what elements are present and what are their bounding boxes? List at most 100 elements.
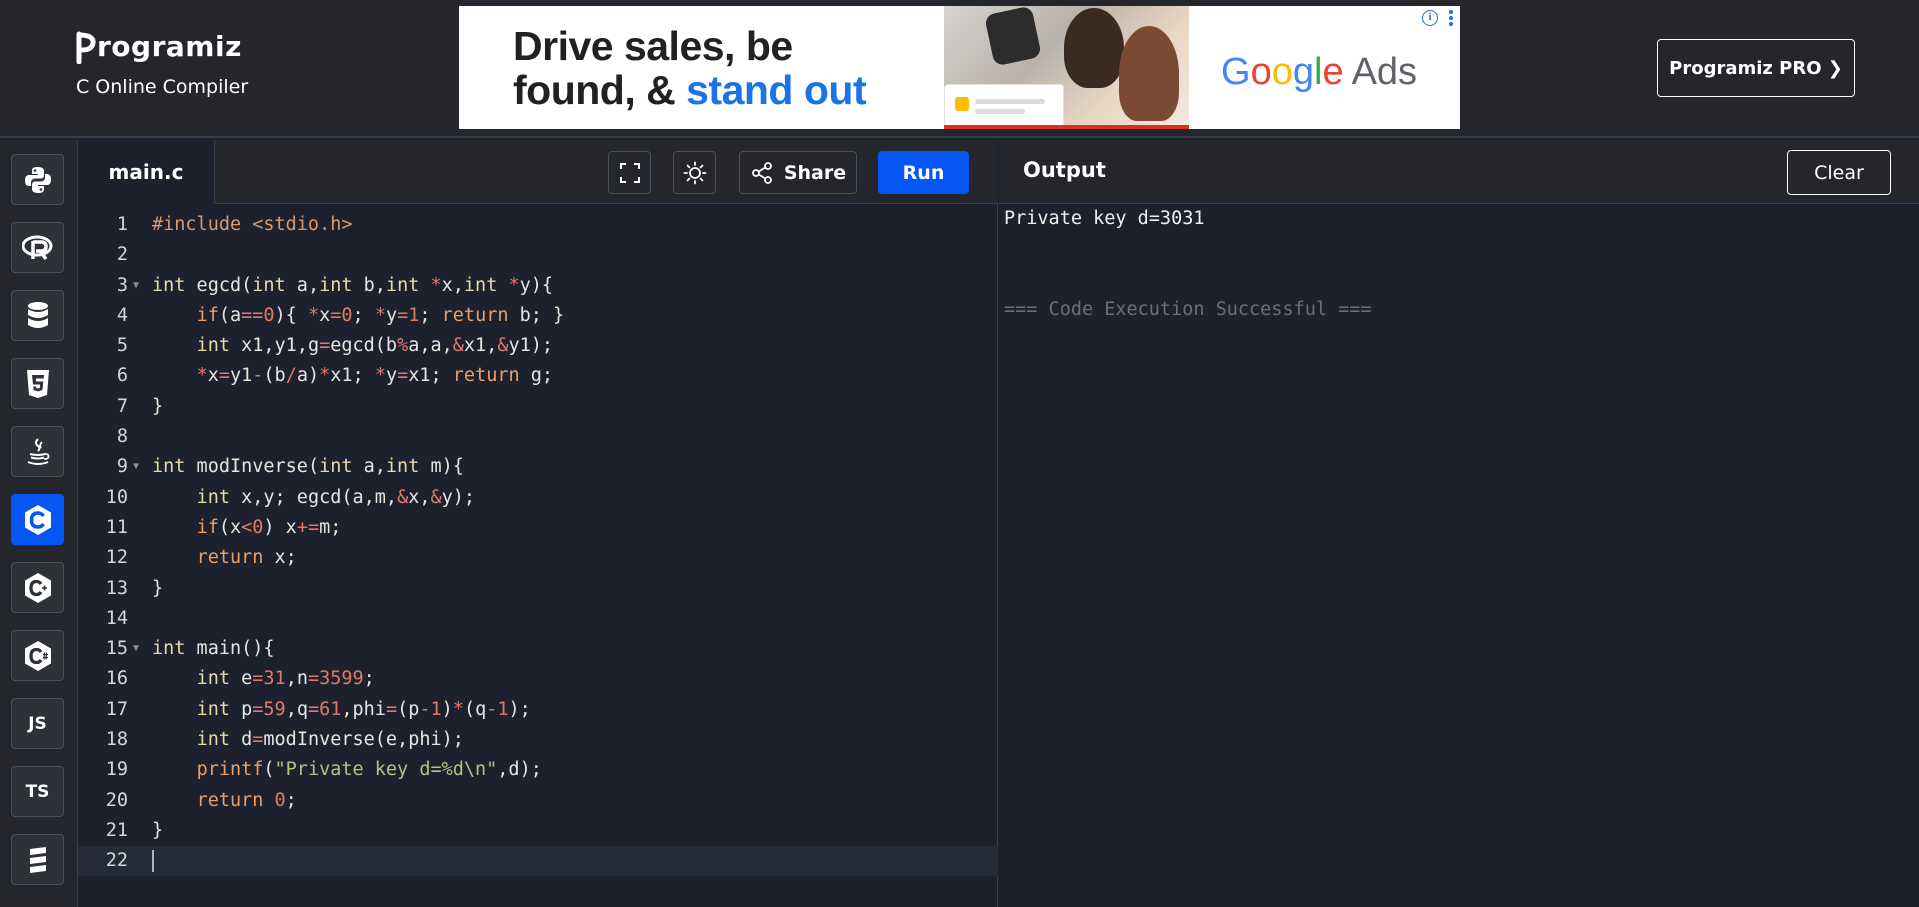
fold-arrow-icon[interactable]: ▼ — [133, 452, 139, 482]
ad-image-earbuds — [984, 6, 1042, 67]
google-letter: e — [1322, 51, 1344, 93]
line-number: 8 — [116, 426, 128, 447]
ad-headline: Drive sales, be found, & stand out — [513, 24, 867, 113]
code-line: 20 return 0; — [78, 786, 998, 816]
ad-image-person-2 — [1119, 26, 1179, 121]
code-line: 16 int e=31,n=3599; — [78, 664, 998, 694]
code-editor-panel: main.c Share Run 1 #include <stdio.h> 2 — [78, 140, 998, 907]
line-number: 9 — [116, 456, 128, 477]
output-toolbar: Output Clear — [999, 140, 1919, 204]
share-button[interactable]: Share — [739, 151, 857, 194]
google-letter: o — [1250, 51, 1272, 93]
code-text: if(x<0) x+=m; — [196, 517, 342, 538]
javascript-label: JS — [28, 713, 47, 734]
run-button[interactable]: Run — [878, 151, 969, 194]
line-number: 21 — [105, 820, 128, 841]
google-ads-logo: Google Ads — [1221, 52, 1417, 92]
ad-headline-highlight: stand out — [686, 67, 867, 113]
line-number: 16 — [105, 668, 128, 689]
javascript-language-button[interactable]: JS — [11, 698, 64, 749]
code-text: int main(){ — [152, 638, 275, 659]
java-language-button[interactable] — [11, 426, 64, 477]
c-icon — [24, 504, 51, 535]
code-text: if(a==0){ *x=0; *y=1; return b; } — [196, 305, 565, 326]
ad-image-person-1 — [1064, 8, 1124, 88]
csharp-language-button[interactable] — [11, 630, 64, 681]
typescript-label: TS — [25, 781, 50, 802]
sql-language-button[interactable] — [11, 290, 64, 341]
java-icon — [27, 437, 49, 465]
fold-arrow-icon[interactable]: ▼ — [133, 634, 139, 664]
line-number: 2 — [116, 244, 128, 265]
html-language-button[interactable] — [11, 358, 64, 409]
code-text: int x,y; egcd(a,m,&x,&y); — [196, 487, 476, 508]
ad-banner[interactable]: Drive sales, be found, & stand out Googl… — [459, 6, 1460, 129]
line-number: 15 — [105, 638, 128, 659]
fullscreen-button[interactable] — [608, 151, 651, 194]
google-letter: G — [1221, 51, 1251, 93]
code-text: return 0; — [196, 790, 297, 811]
fold-arrow-icon[interactable]: ▼ — [133, 271, 139, 301]
database-icon — [27, 301, 48, 328]
cpp-icon — [24, 572, 51, 603]
file-tab-main-c[interactable]: main.c — [78, 140, 215, 204]
code-text: int egcd(int a,int b,int *x,int *y){ — [152, 275, 554, 296]
line-number: 4 — [116, 305, 128, 326]
python-icon — [24, 166, 51, 193]
r-language-button[interactable] — [11, 222, 64, 273]
share-icon — [751, 161, 772, 184]
programiz-logo-icon — [76, 31, 96, 64]
csharp-icon — [24, 640, 51, 671]
code-text: } — [152, 820, 164, 841]
code-line: 2 — [78, 240, 998, 270]
editor-toolbar: main.c Share Run — [78, 140, 998, 204]
typescript-language-button[interactable]: TS — [11, 766, 64, 817]
line-number: 5 — [116, 335, 128, 356]
code-line: 12 return x; — [78, 543, 998, 573]
line-number: 14 — [105, 608, 128, 629]
brand[interactable]: rogramiz C Online Compiler — [76, 30, 248, 98]
code-line: 3 ▼ int egcd(int a,int b,int *x,int *y){ — [78, 271, 998, 301]
code-area[interactable]: 1 #include <stdio.h> 2 3 ▼ int egcd(int a,i… — [78, 204, 998, 907]
code-line: 11 if(x<0) x+=m; — [78, 513, 998, 543]
clear-button[interactable]: Clear — [1787, 150, 1891, 195]
code-line: 4 if(a==0){ *x=0; *y=1; return b; } — [78, 301, 998, 331]
c-language-button[interactable] — [11, 494, 64, 545]
output-status: === Code Execution Successful === — [1004, 299, 1372, 320]
code-text: #include <stdio.h> — [152, 214, 353, 235]
code-line: 13} — [78, 574, 998, 604]
more-language-button[interactable] — [11, 834, 64, 885]
code-line: 17 int p=59,q=61,phi=(p-1)*(q-1); — [78, 695, 998, 725]
ad-more-icon[interactable] — [1448, 9, 1454, 27]
line-number: 20 — [105, 790, 128, 811]
fullscreen-icon — [619, 162, 640, 183]
cpp-language-button[interactable] — [11, 562, 64, 613]
code-line-current[interactable]: 22 — [78, 846, 998, 876]
code-text: int p=59,q=61,phi=(p-1)*(q-1); — [196, 699, 531, 720]
logo-text: rogramiz — [97, 30, 242, 63]
output-result: Private key d=3031 — [1004, 208, 1205, 229]
google-letter: g — [1292, 51, 1314, 93]
programiz-pro-button[interactable]: Programiz PRO ❯ — [1657, 39, 1855, 97]
line-number: 6 — [116, 365, 128, 386]
code-line: 19 printf("Private key d=%d\n",d); — [78, 755, 998, 785]
ad-headline-line2: found, & stand out — [513, 67, 867, 113]
programiz-logo[interactable]: rogramiz — [76, 30, 248, 64]
ads-label: Ads — [1351, 51, 1418, 93]
line-number: 18 — [105, 729, 128, 750]
line-number: 7 — [116, 396, 128, 417]
line-number: 3 — [116, 275, 128, 296]
code-text: int e=31,n=3599; — [196, 668, 375, 689]
r-icon — [21, 235, 52, 260]
theme-toggle-button[interactable] — [673, 151, 716, 194]
line-number: 11 — [105, 517, 128, 538]
code-line: 9 ▼ int modInverse(int a,int m){ — [78, 452, 998, 482]
line-number: 13 — [105, 578, 128, 599]
code-text: *x=y1-(b/a)*x1; *y=x1; return g; — [196, 365, 554, 386]
code-text: int modInverse(int a,int m){ — [152, 456, 464, 477]
google-letter: o — [1271, 51, 1293, 93]
python-language-button[interactable] — [11, 154, 64, 205]
ad-info-icon[interactable]: i — [1422, 10, 1438, 26]
line-number: 17 — [105, 699, 128, 720]
ad-image-stripe — [944, 125, 1189, 129]
